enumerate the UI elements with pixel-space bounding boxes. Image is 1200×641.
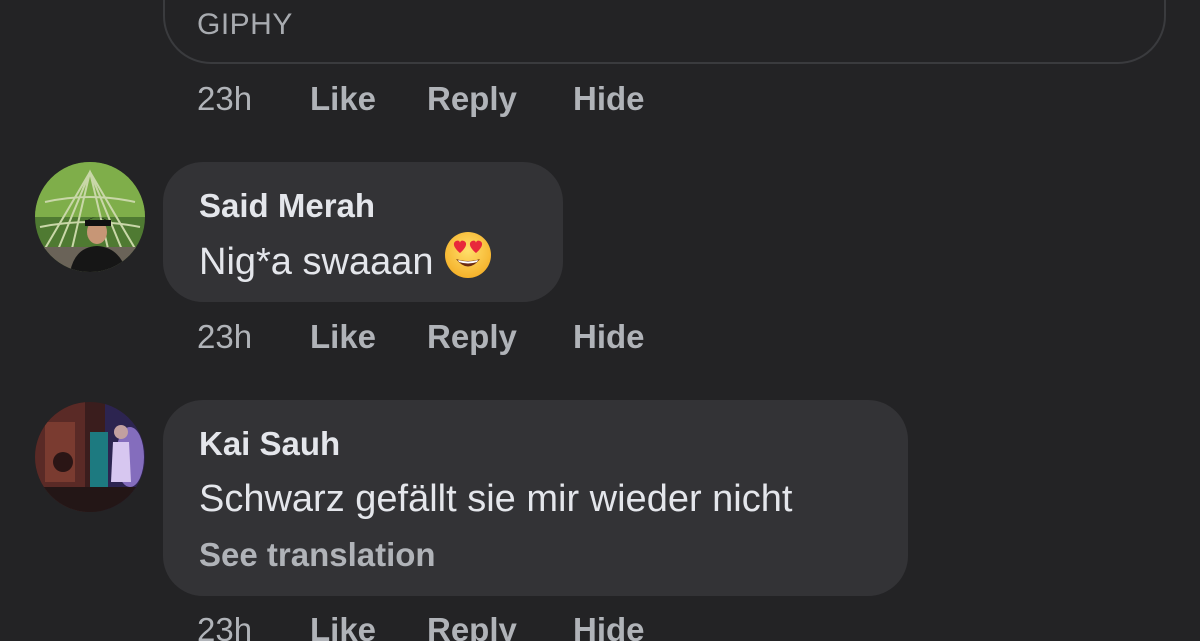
hide-button[interactable]: Hide [573,80,645,118]
see-translation-link[interactable]: See translation [199,536,436,574]
avatar[interactable] [35,162,145,272]
comment-timestamp: 23h [197,611,253,641]
heart-eyes-emoji-icon [443,230,493,290]
reply-button[interactable]: Reply [427,80,517,118]
giphy-attachment[interactable] [163,0,1166,64]
like-button[interactable]: Like [310,318,376,356]
comment-bubble[interactable]: Kai Sauh Schwarz gefällt sie mir wieder … [163,400,908,596]
comment-timestamp: 23h [197,80,253,117]
hide-button[interactable]: Hide [573,318,645,356]
reply-button[interactable]: Reply [427,611,517,641]
reply-button[interactable]: Reply [427,318,517,356]
comment-timestamp: 23h [197,318,253,355]
comment-text-body: Nig*a swaaan [199,241,434,284]
comment-text: Nig*a swaaan [199,232,493,290]
comment-text: Schwarz gefällt sie mir wieder nicht [199,478,793,520]
comment-bubble[interactable]: Said Merah Nig*a swaaan [163,162,563,302]
avatar[interactable] [35,402,145,512]
comment-author[interactable]: Kai Sauh [199,425,340,463]
avatar-photo [35,162,145,272]
giphy-label: GIPHY [197,8,293,41]
hide-button[interactable]: Hide [573,611,645,641]
comment-author[interactable]: Said Merah [199,187,375,225]
avatar-photo [35,402,145,512]
like-button[interactable]: Like [310,80,376,118]
like-button[interactable]: Like [310,611,376,641]
